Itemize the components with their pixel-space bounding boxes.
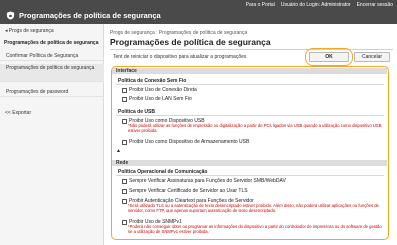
top-links: Para o Portal Usuário do Login: Administ… bbox=[246, 2, 393, 8]
export-link[interactable]: << Exportar bbox=[5, 110, 31, 116]
cleartext-warning-note: *Será utilizado TLS ou a autenticação de… bbox=[128, 203, 379, 213]
checkbox-usb-storage[interactable] bbox=[122, 139, 127, 145]
sidebar: ◂ Progs de segurança Programações de pol… bbox=[0, 24, 104, 245]
shield-lock-icon bbox=[6, 11, 15, 20]
top-bar: Para o Portal Usuário do Login: Administ… bbox=[0, 0, 397, 24]
option-label: Proibir Uso como Dispositivo de Armazena… bbox=[129, 139, 250, 145]
option-row[interactable]: Sempre Verificar Assinaturas para Funçõe… bbox=[122, 178, 286, 184]
option-row[interactable]: Proibir Uso de Conexão Direta bbox=[122, 87, 197, 93]
checkbox-usb-device[interactable] bbox=[122, 118, 127, 124]
sidebar-item-security-policy[interactable]: Programações de política de segurança bbox=[0, 64, 104, 82]
app-title: Programações de política de segurança bbox=[19, 11, 161, 20]
checkbox-wireless-lan[interactable] bbox=[122, 96, 127, 102]
checkbox-snmpv1[interactable] bbox=[122, 219, 127, 225]
sidebar-item-password[interactable]: Programações de password bbox=[0, 88, 104, 97]
divider bbox=[116, 84, 384, 85]
arrow-up-icon[interactable]: ▲ bbox=[116, 148, 121, 154]
ok-button[interactable]: OK bbox=[309, 52, 349, 62]
option-row[interactable]: Sempre Verificar Certificado de Servidor… bbox=[122, 188, 248, 194]
login-user-label: Usuário do Login: Administrator bbox=[280, 2, 351, 8]
settings-panel: Interface Política de Conexão Sem Fio Pr… bbox=[111, 66, 389, 240]
checkbox-tls-certificate[interactable] bbox=[122, 188, 127, 194]
sidebar-section-title: Programações de política de segurança bbox=[4, 40, 99, 46]
option-label: Proibir Uso de Conexão Direta bbox=[129, 87, 197, 93]
usb-warning-note: *Não poderá utilizar as funções de impre… bbox=[128, 123, 382, 133]
sidebar-item-confirm-policy[interactable]: Confirmar Política de Segurança bbox=[0, 52, 104, 61]
breadcrumb[interactable]: Progs de segurança : Programações de pol… bbox=[110, 30, 247, 36]
restart-hint: Tent de reiniciar o dispositivo para atu… bbox=[113, 54, 247, 60]
divider bbox=[116, 115, 384, 116]
checkbox-cleartext-auth[interactable] bbox=[122, 198, 127, 204]
back-link[interactable]: ◂ Progs de segurança bbox=[5, 28, 54, 34]
section-header-interface: Interface bbox=[112, 68, 387, 74]
logout-link[interactable]: Encerrar sessão bbox=[357, 2, 393, 8]
option-label: Sempre Verificar Assinaturas para Funçõe… bbox=[129, 178, 286, 184]
divider bbox=[116, 175, 384, 176]
snmp-warning-note: *Poderá não conseguir obter ou programar… bbox=[128, 224, 382, 234]
option-row[interactable]: Proibir Uso de LAN Sem Fio bbox=[122, 96, 192, 102]
option-row[interactable]: Proibir Uso como Dispositivo de Armazena… bbox=[122, 139, 249, 145]
cancel-button[interactable]: Cancelar bbox=[354, 52, 390, 62]
portal-link[interactable]: Para o Portal bbox=[246, 2, 275, 8]
checkbox-direct-connection[interactable] bbox=[122, 87, 127, 93]
section-header-network: Rede bbox=[112, 160, 387, 166]
checkbox-smb-signatures[interactable] bbox=[122, 178, 127, 184]
page-title: Programações de política de segurança bbox=[110, 37, 271, 47]
option-label: Sempre Verificar Certificado de Servidor… bbox=[129, 188, 248, 194]
option-label: Proibir Uso de LAN Sem Fio bbox=[129, 96, 192, 102]
